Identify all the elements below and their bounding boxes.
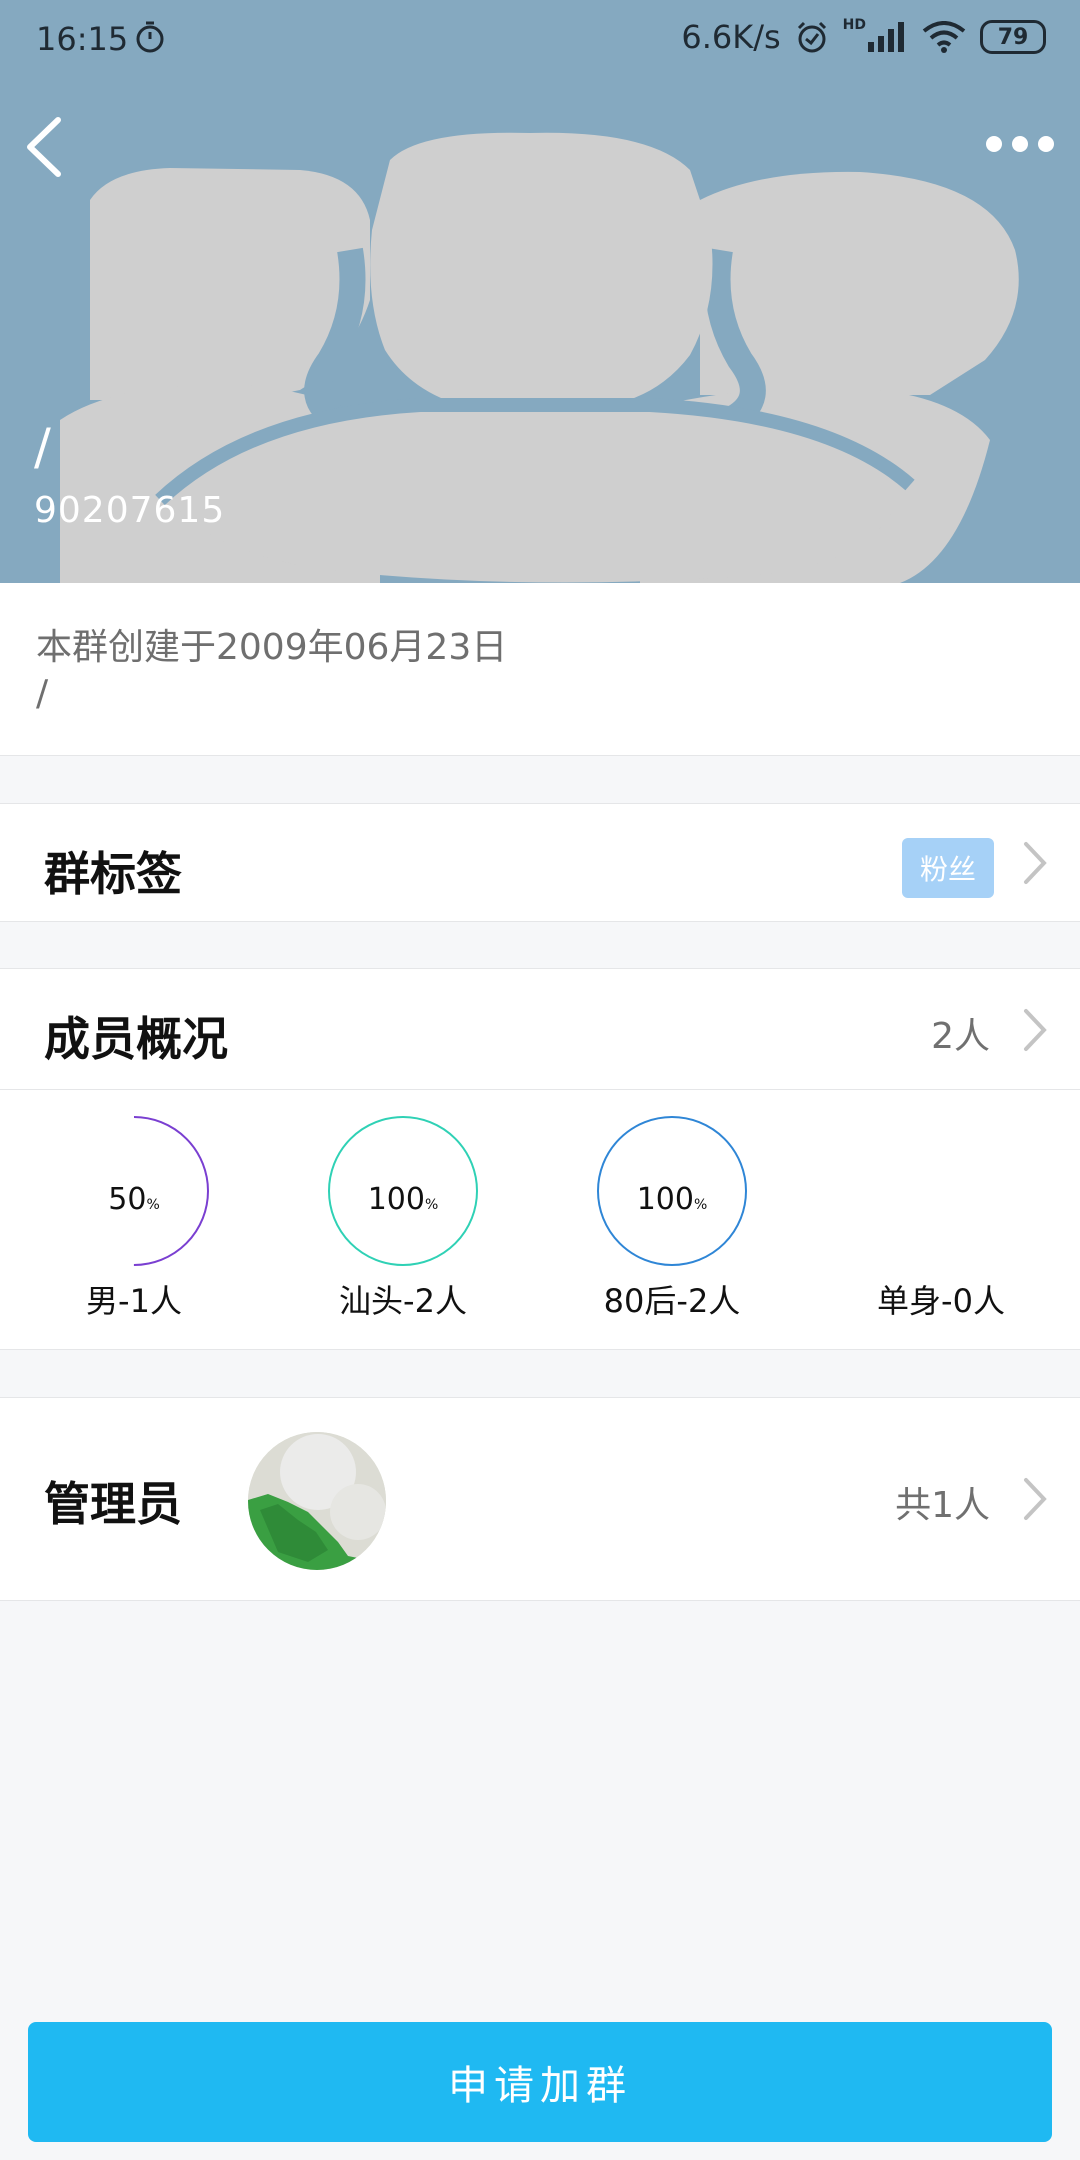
stat-label: 单身-0人 — [877, 1282, 1005, 1320]
group-name: / — [34, 418, 51, 476]
back-arrow-icon[interactable] — [18, 112, 78, 182]
stat-single: 单身-0人 — [811, 1116, 1071, 1326]
member-count: 2人 — [931, 1016, 990, 1057]
stat-label: 80后-2人 — [603, 1282, 741, 1320]
alarm-icon — [797, 21, 826, 53]
admin-row[interactable]: 管理员 共1人 — [0, 1397, 1080, 1601]
stat-gender: 50% 男-1人 — [4, 1116, 264, 1326]
wifi-icon — [922, 21, 966, 53]
group-id: 90207615 — [34, 490, 226, 531]
avatar-image — [248, 1432, 386, 1570]
stopwatch-icon — [136, 21, 164, 53]
admin-title: 管理员 — [44, 1477, 182, 1531]
member-overview-title: 成员概况 — [44, 1012, 228, 1066]
group-description: / — [36, 673, 49, 714]
admin-count: 共1人 — [895, 1485, 990, 1526]
group-profile-page: 16:15 6.6K/s HD 79 / 90207615 本群创建于2009年… — [0, 0, 1080, 2160]
group-tags-title: 群标签 — [44, 847, 182, 901]
status-time: 16:15 — [36, 20, 129, 58]
member-overview-row[interactable]: 成员概况 2人 — [0, 968, 1080, 1089]
group-header: 16:15 6.6K/s HD 79 / 90207615 — [0, 0, 1080, 583]
stat-percent: 100% — [636, 1182, 708, 1217]
stat-label: 汕头-2人 — [339, 1282, 467, 1320]
group-intro: 本群创建于2009年06月23日 / — [0, 583, 1080, 756]
stat-percent: 50% — [108, 1182, 160, 1217]
status-right-group: 6.6K/s HD 79 — [681, 17, 1046, 56]
chevron-right-icon — [1024, 842, 1047, 884]
stat-ring — [866, 1116, 1016, 1266]
group-tags-row[interactable]: 群标签 粉丝 — [0, 803, 1080, 922]
stat-percent: 100% — [367, 1182, 439, 1217]
stat-age: 100% 80后-2人 — [542, 1116, 802, 1326]
member-stats: 50% 男-1人 100% 汕头-2人 100% 80后-2人 单身-0人 — [0, 1089, 1080, 1350]
network-speed: 6.6K/s — [681, 18, 781, 56]
chevron-right-icon — [1024, 1478, 1047, 1520]
signal-icon — [868, 22, 904, 52]
status-bar: 16:15 6.6K/s HD 79 — [0, 0, 1080, 80]
stat-label: 男-1人 — [86, 1282, 182, 1320]
join-group-button[interactable]: 申请加群 — [28, 2022, 1052, 2142]
admin-avatar[interactable] — [248, 1432, 386, 1570]
more-dots-icon[interactable] — [980, 124, 1060, 164]
group-created-date: 本群创建于2009年06月23日 — [36, 627, 508, 668]
network-type-label: HD — [842, 17, 866, 33]
battery-indicator: 79 — [980, 20, 1046, 54]
stat-location: 100% 汕头-2人 — [273, 1116, 533, 1326]
chevron-right-icon — [1024, 1009, 1047, 1051]
tag-badge: 粉丝 — [901, 838, 994, 898]
